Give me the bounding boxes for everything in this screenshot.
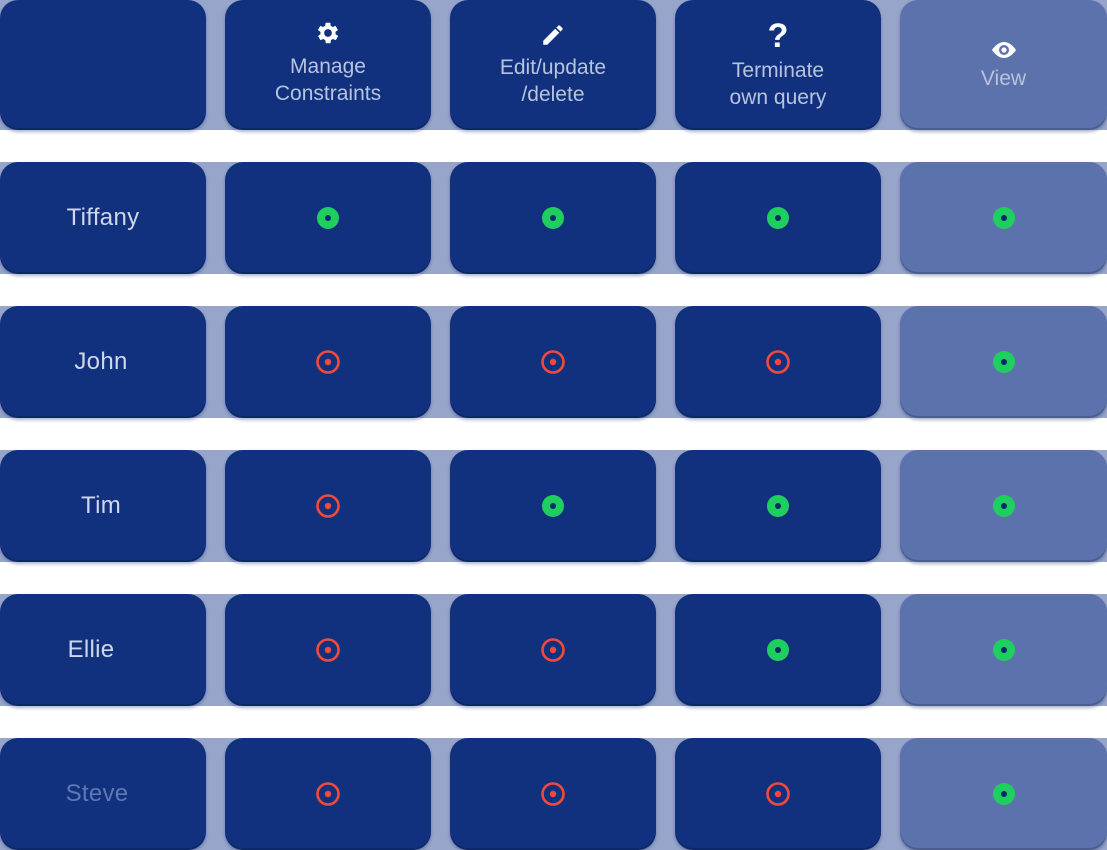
- permission-granted-icon: [542, 207, 564, 229]
- permission-cell[interactable]: [450, 162, 656, 274]
- column-header-view[interactable]: View: [900, 0, 1107, 130]
- permission-granted-icon: [992, 351, 1015, 373]
- permission-cell[interactable]: [675, 162, 881, 274]
- permission-denied-icon: [541, 350, 565, 374]
- permission-denied-icon: [766, 350, 790, 374]
- gear-icon: [317, 22, 339, 44]
- eye-icon: [991, 41, 1016, 58]
- permission-cell[interactable]: [225, 450, 431, 562]
- permission-cell[interactable]: [225, 594, 431, 706]
- permission-granted-icon: [542, 495, 564, 517]
- user-name-cell[interactable]: John: [0, 306, 206, 418]
- column-header-label: Terminate own query: [729, 59, 827, 109]
- permission-cell[interactable]: [450, 738, 656, 850]
- permission-cell[interactable]: [900, 162, 1107, 274]
- permission-cell[interactable]: [900, 306, 1107, 418]
- question-mark-icon: ?: [767, 17, 789, 55]
- column-header-label: View: [980, 66, 1027, 90]
- permission-granted-icon: [992, 639, 1015, 661]
- permission-cell[interactable]: [450, 450, 656, 562]
- permission-denied-icon: [766, 782, 790, 806]
- column-header-label: Edit/update /delete: [499, 56, 607, 106]
- permission-denied-icon: [316, 638, 340, 662]
- permission-granted-icon: [767, 639, 789, 661]
- user-name-cell[interactable]: Tim: [0, 450, 206, 562]
- permission-cell[interactable]: [900, 594, 1107, 706]
- permission-granted-icon: [317, 207, 339, 229]
- permission-cell[interactable]: [225, 306, 431, 418]
- permission-granted-icon: [767, 495, 789, 517]
- permission-denied-icon: [316, 494, 340, 518]
- user-name: Steve: [65, 780, 129, 807]
- permission-granted-icon: [992, 207, 1015, 229]
- permission-cell[interactable]: [450, 594, 656, 706]
- permission-cell[interactable]: [900, 738, 1107, 850]
- user-name-cell[interactable]: Tiffany: [0, 162, 206, 274]
- user-name-cell[interactable]: Ellie: [0, 594, 206, 706]
- permission-cell[interactable]: [675, 738, 881, 850]
- column-header-edit-update-delete[interactable]: Edit/update /delete: [450, 0, 656, 130]
- permission-denied-icon: [541, 638, 565, 662]
- pencil-icon: [543, 25, 563, 45]
- permission-granted-icon: [992, 783, 1015, 805]
- user-name: Tim: [81, 492, 121, 519]
- permission-cell[interactable]: [675, 450, 881, 562]
- permission-denied-icon: [316, 350, 340, 374]
- user-name-cell[interactable]: Steve: [0, 738, 206, 850]
- user-row: Steve: [0, 738, 1107, 850]
- column-header-label: Manage Constraints: [274, 55, 382, 105]
- permission-granted-icon: [992, 495, 1015, 517]
- permission-denied-icon: [316, 782, 340, 806]
- user-row: John: [0, 306, 1107, 418]
- user-name: John: [74, 348, 128, 375]
- permission-cell[interactable]: [675, 306, 881, 418]
- user-name: Ellie: [67, 636, 115, 663]
- user-name: Tiffany: [66, 204, 140, 231]
- permission-granted-icon: [767, 207, 789, 229]
- permission-cell[interactable]: [225, 738, 431, 850]
- user-row: Ellie: [0, 594, 1107, 706]
- column-header-terminate-own-query[interactable]: ? Terminate own query: [675, 0, 881, 130]
- header-corner-cell: [0, 0, 206, 130]
- permission-denied-icon: [541, 782, 565, 806]
- user-row: Tiffany: [0, 162, 1107, 274]
- permission-cell[interactable]: [675, 594, 881, 706]
- permission-cell[interactable]: [225, 162, 431, 274]
- permission-cell[interactable]: [450, 306, 656, 418]
- permissions-header-row: Manage Constraints Edit/update /delete ?…: [0, 0, 1107, 130]
- column-header-manage-constraints[interactable]: Manage Constraints: [225, 0, 431, 130]
- user-row: Tim: [0, 450, 1107, 562]
- permission-cell[interactable]: [900, 450, 1107, 562]
